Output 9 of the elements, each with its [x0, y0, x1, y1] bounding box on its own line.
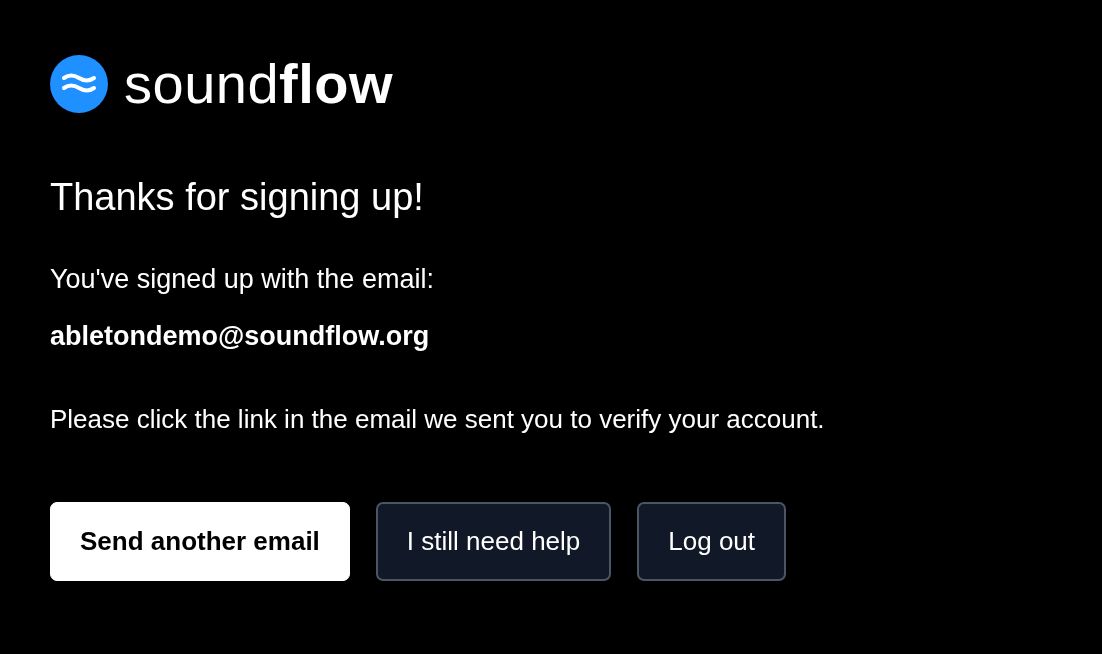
email-address: abletondemo@soundflow.org [50, 323, 431, 350]
secondary-button[interactable]: Log out [637, 502, 787, 581]
logo-icon [50, 55, 108, 113]
send-email-button[interactable]: Send another email [50, 502, 350, 581]
heading: Thanks for signing up! [50, 178, 425, 216]
intro-text: You've signed up with the email: [50, 266, 435, 293]
secondary-button[interactable]: I still need help [375, 502, 612, 581]
logo-text: soundflow [124, 56, 394, 112]
instruction-text: Please click the link in the email we sent you to verify your account. [50, 406, 826, 432]
